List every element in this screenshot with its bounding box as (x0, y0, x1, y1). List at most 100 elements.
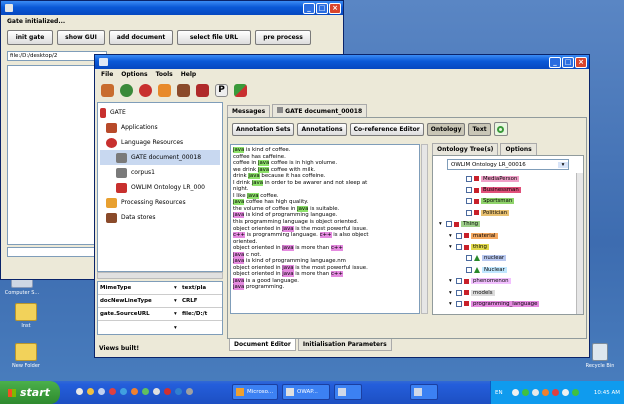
annotation-highlight[interactable]: java (257, 160, 270, 167)
expand-icon[interactable]: ▾ (449, 301, 454, 307)
quick-launch-icon[interactable] (153, 388, 160, 395)
tree-data-stores[interactable]: Data stores (100, 210, 220, 225)
chevron-down-icon[interactable]: ▾ (558, 161, 568, 168)
feature-value[interactable]: CRLF (182, 298, 198, 304)
menu-options[interactable]: Options (121, 71, 147, 78)
ontology-button[interactable]: Ontology (426, 122, 466, 136)
log-area[interactable] (7, 65, 107, 245)
menu-file[interactable]: File (101, 71, 113, 78)
ontology-node[interactable]: Sportsman (435, 196, 583, 207)
tray-icon[interactable] (551, 389, 559, 396)
tray-icon[interactable] (571, 389, 579, 396)
annotation-highlight[interactable]: c++ (330, 271, 343, 278)
bottom-field[interactable] (7, 247, 107, 257)
taskbar-item-gate[interactable] (410, 384, 438, 400)
ontology-node[interactable]: MediaPerson (435, 173, 583, 184)
tree-owlim-ontology[interactable]: OWLIM Ontology LR_000 (100, 180, 220, 195)
annotation-highlight[interactable]: java (247, 192, 259, 199)
search-icon[interactable] (493, 122, 508, 136)
quick-launch-icon[interactable] (175, 388, 182, 395)
minimize-button[interactable]: _ (303, 2, 315, 14)
run-icon[interactable]: P (215, 83, 228, 97)
open-datastore-icon[interactable] (196, 83, 209, 97)
feature-key[interactable]: MimeType (98, 285, 174, 291)
quick-launch-icon[interactable] (142, 388, 149, 395)
ontology-checkbox[interactable] (466, 187, 472, 194)
close-button[interactable]: × (575, 56, 587, 68)
annotation-highlight[interactable]: java (233, 147, 245, 153)
quick-launch-icon[interactable] (186, 388, 193, 395)
annotations-button[interactable]: Annotations (297, 122, 347, 136)
chevron-down-icon[interactable]: ▾ (174, 325, 182, 331)
annotation-highlight[interactable]: java (282, 245, 294, 252)
ontology-node[interactable]: ▾ material (435, 230, 583, 241)
annotation-highlight[interactable]: java (257, 166, 270, 173)
expand-icon[interactable]: ▾ (449, 244, 454, 250)
ontology-node[interactable]: Nuclear (435, 264, 583, 275)
ontology-node[interactable]: Businessman (435, 184, 583, 195)
ontology-select[interactable]: OWLIM Ontology LR_00016 ▾ (447, 159, 569, 170)
tree-processing-resources[interactable]: Processing Resources (100, 195, 220, 210)
tray-icon[interactable] (531, 389, 539, 396)
annotation-highlight[interactable]: java (233, 199, 245, 206)
ontology-node[interactable]: nuclear (435, 253, 583, 264)
language-indicator[interactable]: EN (495, 390, 503, 396)
tray-icon[interactable] (511, 389, 519, 396)
tab-initialisation-parameters[interactable]: Initialisation Parameters (297, 339, 392, 351)
text-button[interactable]: Text (468, 122, 491, 136)
tree-language-resources[interactable]: Language Resources (100, 135, 220, 150)
new-processing-resource-icon[interactable] (139, 83, 152, 97)
annotation-highlight[interactable]: java (297, 205, 309, 212)
chevron-down-icon[interactable]: ▾ (174, 298, 182, 304)
desktop-icon-inst[interactable]: Inst (6, 303, 46, 329)
ontology-checkbox[interactable] (466, 255, 472, 262)
annotation-highlight[interactable]: java (233, 212, 245, 219)
chevron-down-icon[interactable]: ▾ (174, 311, 182, 317)
feature-value[interactable]: file:/D:/t (182, 311, 207, 317)
feature-key[interactable]: docNewLineType (98, 298, 174, 304)
document-text-area[interactable]: java is kind of coffee. coffee has caffei… (230, 144, 420, 314)
tree-applications[interactable]: Applications (100, 120, 220, 135)
annotation-diff-icon[interactable] (234, 83, 247, 97)
annotation-highlight[interactable]: java (282, 225, 294, 232)
annotation-highlight[interactable]: java (282, 271, 294, 278)
ontology-checkbox[interactable] (466, 266, 472, 273)
tab-messages[interactable]: Messages (227, 105, 271, 117)
quick-launch-icon[interactable] (164, 388, 171, 395)
ontology-node[interactable]: Politician (435, 207, 583, 218)
annotation-highlight[interactable]: c++ (330, 245, 343, 252)
annotation-highlight[interactable]: java (282, 264, 294, 271)
tray-icon[interactable] (541, 389, 549, 396)
ontology-node[interactable]: ▾ thing (435, 241, 583, 252)
desktop-icon-new-folder[interactable]: New Folder (6, 343, 46, 369)
annotation-highlight[interactable]: java (251, 179, 263, 186)
ontology-node[interactable]: ▾ Thing (435, 219, 583, 230)
minimize-button[interactable]: _ (549, 56, 561, 68)
ontology-checkbox[interactable] (456, 244, 462, 251)
expand-icon[interactable]: ▾ (449, 290, 454, 296)
start-button[interactable]: start (0, 381, 60, 404)
tab-document-editor[interactable]: Document Editor (229, 339, 296, 351)
tree-gate-document[interactable]: GATE document_00018 (100, 150, 220, 165)
annotation-highlight[interactable]: java (233, 258, 245, 265)
tree-root-gate[interactable]: GATE (100, 105, 220, 120)
taskbar-item-microsoft[interactable]: Microso... (232, 384, 278, 400)
taskbar-item-3[interactable] (334, 384, 362, 400)
quick-launch-icon[interactable] (120, 388, 127, 395)
quick-launch-icon[interactable] (76, 388, 83, 395)
annotation-highlight[interactable]: java (233, 251, 245, 258)
ontology-node[interactable]: ▾ models (435, 287, 583, 298)
ontology-node[interactable]: java (435, 310, 583, 311)
ontology-checkbox[interactable] (466, 198, 472, 205)
pre-process-button[interactable]: pre process (255, 30, 311, 45)
expand-icon[interactable]: ▾ (449, 233, 454, 239)
tab-gate-document[interactable]: GATE document_00018 (272, 104, 368, 117)
ontology-checkbox[interactable] (466, 175, 472, 182)
init-gate-button[interactable]: init gate (7, 30, 53, 45)
menu-help[interactable]: Help (181, 71, 196, 78)
new-application-icon[interactable] (158, 83, 171, 97)
feature-key[interactable]: gate.SourceURL (98, 311, 174, 317)
taskbar-item-owap[interactable]: OWAP... (282, 384, 330, 400)
coreference-editor-button[interactable]: Co-reference Editor (349, 122, 424, 136)
ontology-checkbox[interactable] (446, 221, 452, 228)
